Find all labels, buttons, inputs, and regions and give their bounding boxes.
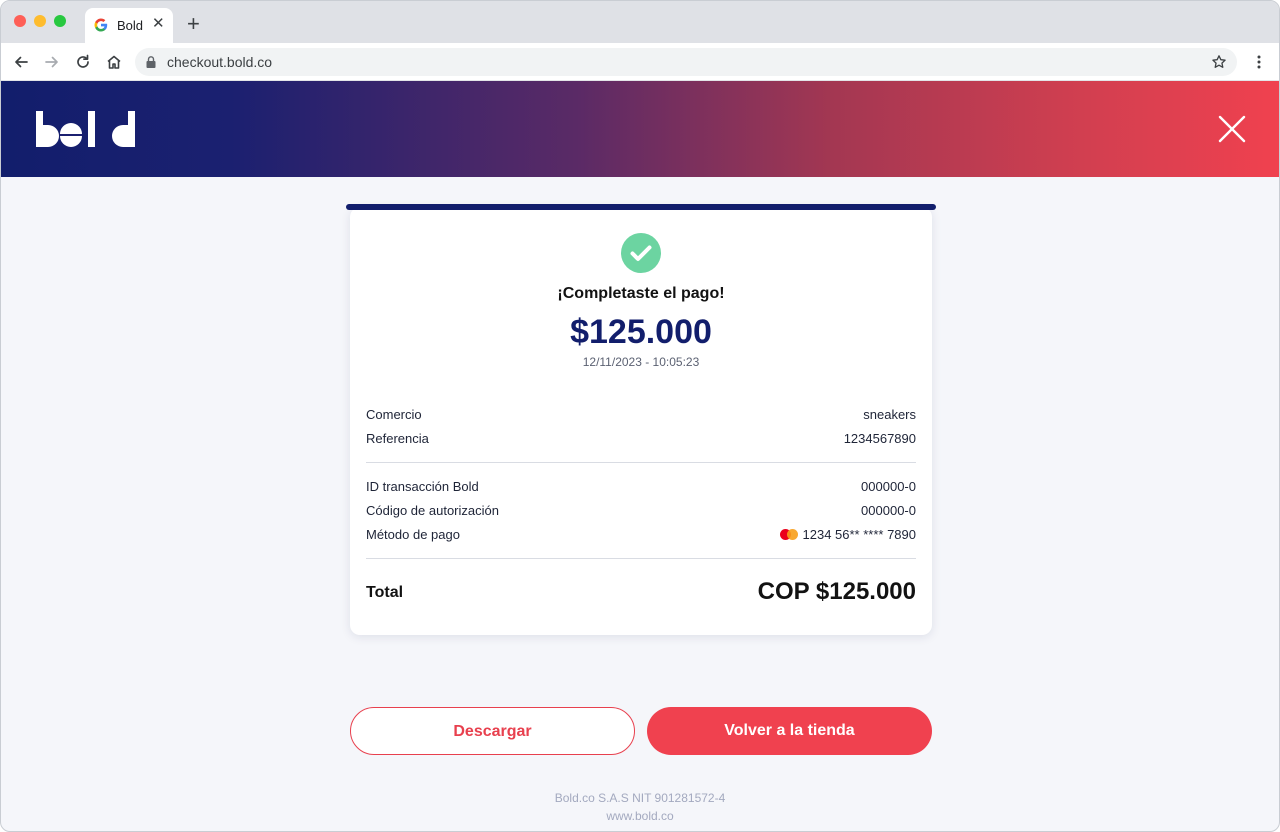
card-number: 1234 56** **** 7890 xyxy=(802,527,917,542)
payment-method-row: Método de pago 1234 56** **** 7890 xyxy=(366,527,916,545)
maximize-window-button[interactable] xyxy=(54,15,66,27)
browser-tab-bar: Bold ✕ + xyxy=(1,1,1279,43)
row-value: 1234567890 xyxy=(843,431,916,446)
lock-icon xyxy=(146,56,156,68)
download-button[interactable]: Descargar xyxy=(350,707,635,755)
row-value: 000000-0 xyxy=(861,503,916,518)
bold-logo xyxy=(36,111,135,147)
tab-title: Bold xyxy=(117,18,144,33)
transaction-id-row: ID transacción Bold 000000-0 xyxy=(366,479,916,497)
footer-website[interactable]: www.bold.co xyxy=(1,809,1279,823)
success-check-icon xyxy=(621,233,661,273)
browser-window: Bold ✕ + checkout.bold.co ¡Completaste e… xyxy=(0,0,1280,832)
divider xyxy=(366,462,916,463)
total-label: Total xyxy=(366,584,404,601)
url-text: checkout.bold.co xyxy=(167,54,273,70)
back-arrow-icon[interactable] xyxy=(12,53,30,71)
divider xyxy=(366,558,916,559)
browser-tab[interactable]: Bold ✕ xyxy=(85,8,173,43)
reference-row: Referencia 1234567890 xyxy=(366,431,916,449)
success-title: ¡Completaste el pago! xyxy=(557,285,725,302)
close-checkout-icon[interactable] xyxy=(1217,114,1247,144)
payment-receipt-card: ¡Completaste el pago! $125.000 12/11/202… xyxy=(346,204,936,635)
bookmark-star-icon[interactable] xyxy=(1211,54,1227,70)
reload-icon[interactable] xyxy=(74,53,92,71)
row-label: ID transacción Bold xyxy=(366,479,479,494)
back-to-store-button[interactable]: Volver a la tienda xyxy=(647,707,932,755)
card-accent-bar xyxy=(346,204,936,210)
home-icon[interactable] xyxy=(105,53,123,71)
total-value: COP $125.000 xyxy=(757,578,916,605)
minimize-window-button[interactable] xyxy=(34,15,46,27)
row-value: sneakers xyxy=(863,407,916,422)
row-value-card: 1234 56** **** 7890 xyxy=(779,527,917,542)
browser-menu-icon[interactable] xyxy=(1251,54,1267,70)
tab-close-icon[interactable]: ✕ xyxy=(152,15,165,33)
forward-arrow-icon[interactable] xyxy=(43,53,61,71)
google-favicon-icon xyxy=(94,18,108,32)
mastercard-icon xyxy=(779,529,798,540)
close-window-button[interactable] xyxy=(14,15,26,27)
row-label: Comercio xyxy=(366,407,422,422)
browser-toolbar: checkout.bold.co xyxy=(1,43,1279,81)
authorization-code-row: Código de autorización 000000-0 xyxy=(366,503,916,521)
row-label: Código de autorización xyxy=(366,503,499,518)
payment-datetime: 12/11/2023 - 10:05:23 xyxy=(582,355,700,369)
checkout-header xyxy=(1,81,1279,177)
address-bar[interactable]: checkout.bold.co xyxy=(135,48,1237,76)
row-value: 000000-0 xyxy=(861,479,916,494)
payment-amount: $125.000 xyxy=(570,313,712,351)
row-label: Referencia xyxy=(366,431,429,446)
merchant-row: Comercio sneakers xyxy=(366,407,916,425)
row-label: Método de pago xyxy=(366,527,460,542)
new-tab-button[interactable]: + xyxy=(187,13,200,35)
footer-company: Bold.co S.A.S NIT 901281572-4 xyxy=(554,791,726,805)
